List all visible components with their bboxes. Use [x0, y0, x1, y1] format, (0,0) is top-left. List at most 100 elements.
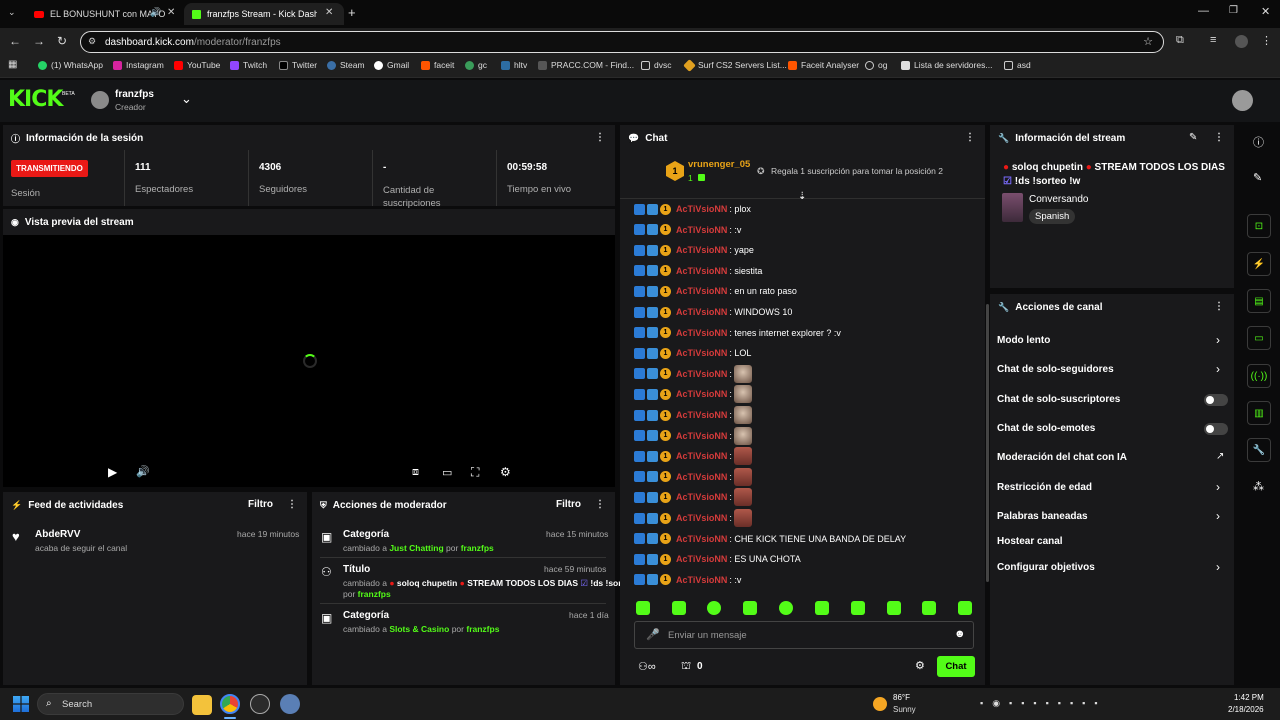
chat-username[interactable]: AcTiVsioNN — [676, 389, 727, 399]
mod-filter-button[interactable]: Filtro — [556, 499, 581, 510]
banned-words-item[interactable]: Palabras baneadas — [997, 511, 1088, 522]
chat-emote-icon[interactable] — [733, 364, 752, 383]
close-tab-icon[interactable]: ✕ — [167, 7, 175, 18]
session-menu-icon[interactable]: ⋮ — [595, 132, 605, 143]
settings-icon[interactable]: ⚙ — [500, 465, 511, 479]
chat-username[interactable]: AcTiVsioNN — [676, 472, 727, 482]
chevron-right-icon[interactable]: › — [1216, 362, 1220, 376]
bookmark-faceit[interactable]: faceit — [421, 60, 454, 70]
detail-user[interactable]: franzfps — [461, 543, 494, 553]
bolt-icon[interactable]: ⚡ — [1247, 252, 1271, 276]
chat-emote-icon[interactable] — [733, 406, 752, 424]
theater-icon[interactable]: ▭ — [442, 466, 452, 479]
pinned-gifter-name[interactable]: vrunenger_05 — [688, 159, 750, 170]
emote-icon[interactable] — [636, 601, 650, 615]
emote-icon[interactable] — [851, 601, 865, 615]
chat-username[interactable]: AcTiVsioNN — [676, 575, 727, 585]
steam-app-icon[interactable] — [250, 694, 270, 714]
chat-username[interactable]: AcTiVsioNN — [676, 328, 727, 338]
emote-icon[interactable] — [922, 601, 936, 615]
gift-prompt[interactable]: Regala 1 suscripción para tomar la posic… — [771, 166, 943, 176]
bookmark-star-icon[interactable]: ☆ — [1143, 35, 1153, 48]
scroll-to-bottom-icon[interactable]: ⇣ — [798, 191, 806, 202]
chat-menu-icon[interactable]: ⋮ — [965, 132, 975, 143]
edit-pencil-icon[interactable]: ✎ — [1253, 171, 1262, 184]
chat-username[interactable]: AcTiVsioNN — [676, 513, 727, 523]
chat-username[interactable]: AcTiVsioNN — [676, 307, 727, 317]
chevron-right-icon[interactable]: › — [1216, 480, 1220, 494]
chrome-icon[interactable] — [220, 694, 240, 714]
feed-user[interactable]: AbdeRVV — [35, 529, 80, 540]
emote-icon[interactable] — [887, 601, 901, 615]
fullscreen-icon[interactable]: ⛶ — [471, 465, 479, 480]
browser-tab-2[interactable]: franzfps Stream - Kick Dashboa — [184, 3, 344, 25]
file-explorer-icon[interactable] — [192, 695, 212, 715]
channel-switch-chevron-icon[interactable]: ⌄ — [181, 91, 192, 107]
pip-icon[interactable]: ⧈ — [412, 466, 419, 479]
extensions-dots-icon[interactable]: ⁂ — [1253, 480, 1264, 493]
channel-avatar[interactable] — [91, 91, 109, 109]
wrench-icon[interactable]: 🔧 — [1247, 438, 1271, 462]
bookmark-pracc[interactable]: PRACC.COM - Find... — [538, 60, 634, 70]
broadcast-icon[interactable]: ((·)) — [1247, 364, 1271, 388]
play-icon[interactable]: ▶ — [108, 465, 117, 479]
chat-emote-icon[interactable] — [733, 467, 752, 486]
age-restriction-item[interactable]: Restricción de edad — [997, 482, 1092, 493]
feed-menu-icon[interactable]: ⋮ — [287, 499, 297, 510]
bookmark-instagram[interactable]: Instagram — [113, 60, 164, 70]
tray-icons[interactable]: ▪◉▪▪▪▪▪▪▪▪ — [980, 698, 1107, 709]
chat-username[interactable]: AcTiVsioNN — [676, 245, 727, 255]
apps-grid-icon[interactable]: ▦ — [8, 59, 17, 70]
chevron-right-icon[interactable]: › — [1216, 509, 1220, 523]
emote-icon[interactable] — [743, 601, 757, 615]
layout-icon[interactable]: ▥ — [1247, 401, 1271, 425]
bookmark-gc[interactable]: gc — [465, 60, 487, 70]
restore-icon[interactable]: ❐ — [1229, 5, 1238, 16]
detail-user[interactable]: franzfps — [466, 624, 499, 634]
speaker-icon[interactable]: 🔊 — [150, 7, 161, 18]
chat-emote-icon[interactable] — [733, 488, 752, 507]
windows-start-icon[interactable] — [13, 696, 29, 712]
emote-icon[interactable] — [958, 601, 972, 615]
feed-filter-button[interactable]: Filtro — [248, 499, 273, 510]
chat-username[interactable]: AcTiVsioNN — [676, 451, 727, 461]
close-window-icon[interactable]: ✕ — [1261, 5, 1270, 18]
stream-info-menu-icon[interactable]: ⋮ — [1214, 132, 1224, 143]
media-control-icon[interactable]: ≡ — [1210, 34, 1216, 46]
site-info-icon[interactable]: ⚙ — [88, 36, 96, 47]
stream-category[interactable]: Conversando — [1029, 194, 1088, 205]
chevron-right-icon[interactable]: › — [1216, 333, 1220, 347]
chat-username[interactable]: AcTiVsioNN — [676, 204, 727, 214]
chat-username[interactable]: AcTiVsioNN — [676, 492, 727, 502]
bookmark-twitter[interactable]: Twitter — [279, 60, 317, 70]
bookmark-steam[interactable]: Steam — [327, 60, 365, 70]
detail-value[interactable]: Slots & Casino — [389, 624, 449, 634]
bookmark-faceit-analyser[interactable]: Faceit Analyser — [788, 60, 859, 70]
info-icon[interactable]: ⓘ — [1253, 134, 1264, 150]
clock-time[interactable]: 1:42 PM — [1234, 693, 1264, 702]
channel-actions-menu-icon[interactable]: ⋮ — [1214, 301, 1224, 312]
bookmark-twitch[interactable]: Twitch — [230, 60, 267, 70]
profile-avatar-icon[interactable] — [1235, 35, 1248, 48]
emote-icon[interactable] — [779, 601, 793, 615]
chat-input[interactable]: 🎤 Enviar un mensaje ☻ — [634, 621, 974, 649]
goals-item[interactable]: Configurar objetivos — [997, 562, 1095, 573]
chat-emote-icon[interactable] — [733, 426, 752, 445]
chat-username[interactable]: AcTiVsioNN — [676, 225, 727, 235]
chat-username[interactable]: AcTiVsioNN — [676, 369, 727, 379]
taskbar-search[interactable]: ⌕ Search — [37, 693, 184, 715]
bookmark-surf[interactable]: Surf CS2 Servers List... — [683, 58, 787, 72]
chat-scrollbar[interactable] — [986, 304, 989, 582]
detail-value[interactable]: Just Chatting — [389, 543, 443, 553]
emote-icon[interactable] — [815, 601, 829, 615]
host-channel-item[interactable]: Hostear canal — [997, 536, 1063, 547]
kick-logo[interactable]: KICK — [8, 87, 63, 112]
bookmark-gmail[interactable]: Gmail — [374, 60, 409, 70]
chat-username[interactable]: AcTiVsioNN — [676, 266, 727, 276]
chat-emote-icon[interactable] — [733, 385, 752, 404]
emote-icon[interactable] — [672, 601, 686, 615]
user-avatar[interactable] — [1232, 90, 1253, 111]
detail-user[interactable]: franzfps — [358, 589, 391, 599]
emote-icon[interactable] — [707, 601, 721, 615]
chat-emote-icon[interactable] — [733, 509, 752, 527]
